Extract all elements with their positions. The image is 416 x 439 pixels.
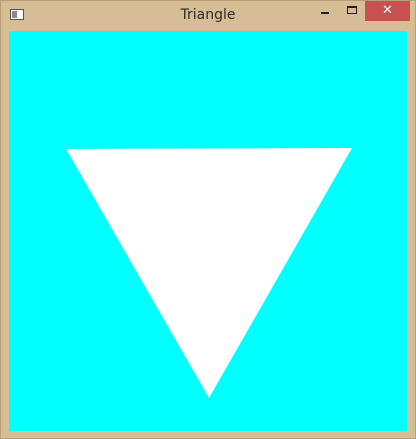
title-bar[interactable]: Triangle ✕ bbox=[1, 1, 415, 31]
canvas-drawing bbox=[66, 148, 352, 398]
triangle-shape bbox=[66, 148, 352, 398]
app-window-icon[interactable] bbox=[10, 9, 24, 20]
close-button[interactable]: ✕ bbox=[365, 1, 410, 21]
canvas-area bbox=[9, 31, 407, 431]
minimize-button[interactable] bbox=[312, 1, 338, 21]
app-window: Triangle ✕ bbox=[0, 0, 416, 439]
minimize-icon bbox=[321, 12, 329, 14]
maximize-icon bbox=[347, 6, 357, 14]
maximize-button[interactable] bbox=[338, 1, 365, 21]
close-icon: ✕ bbox=[382, 3, 393, 18]
